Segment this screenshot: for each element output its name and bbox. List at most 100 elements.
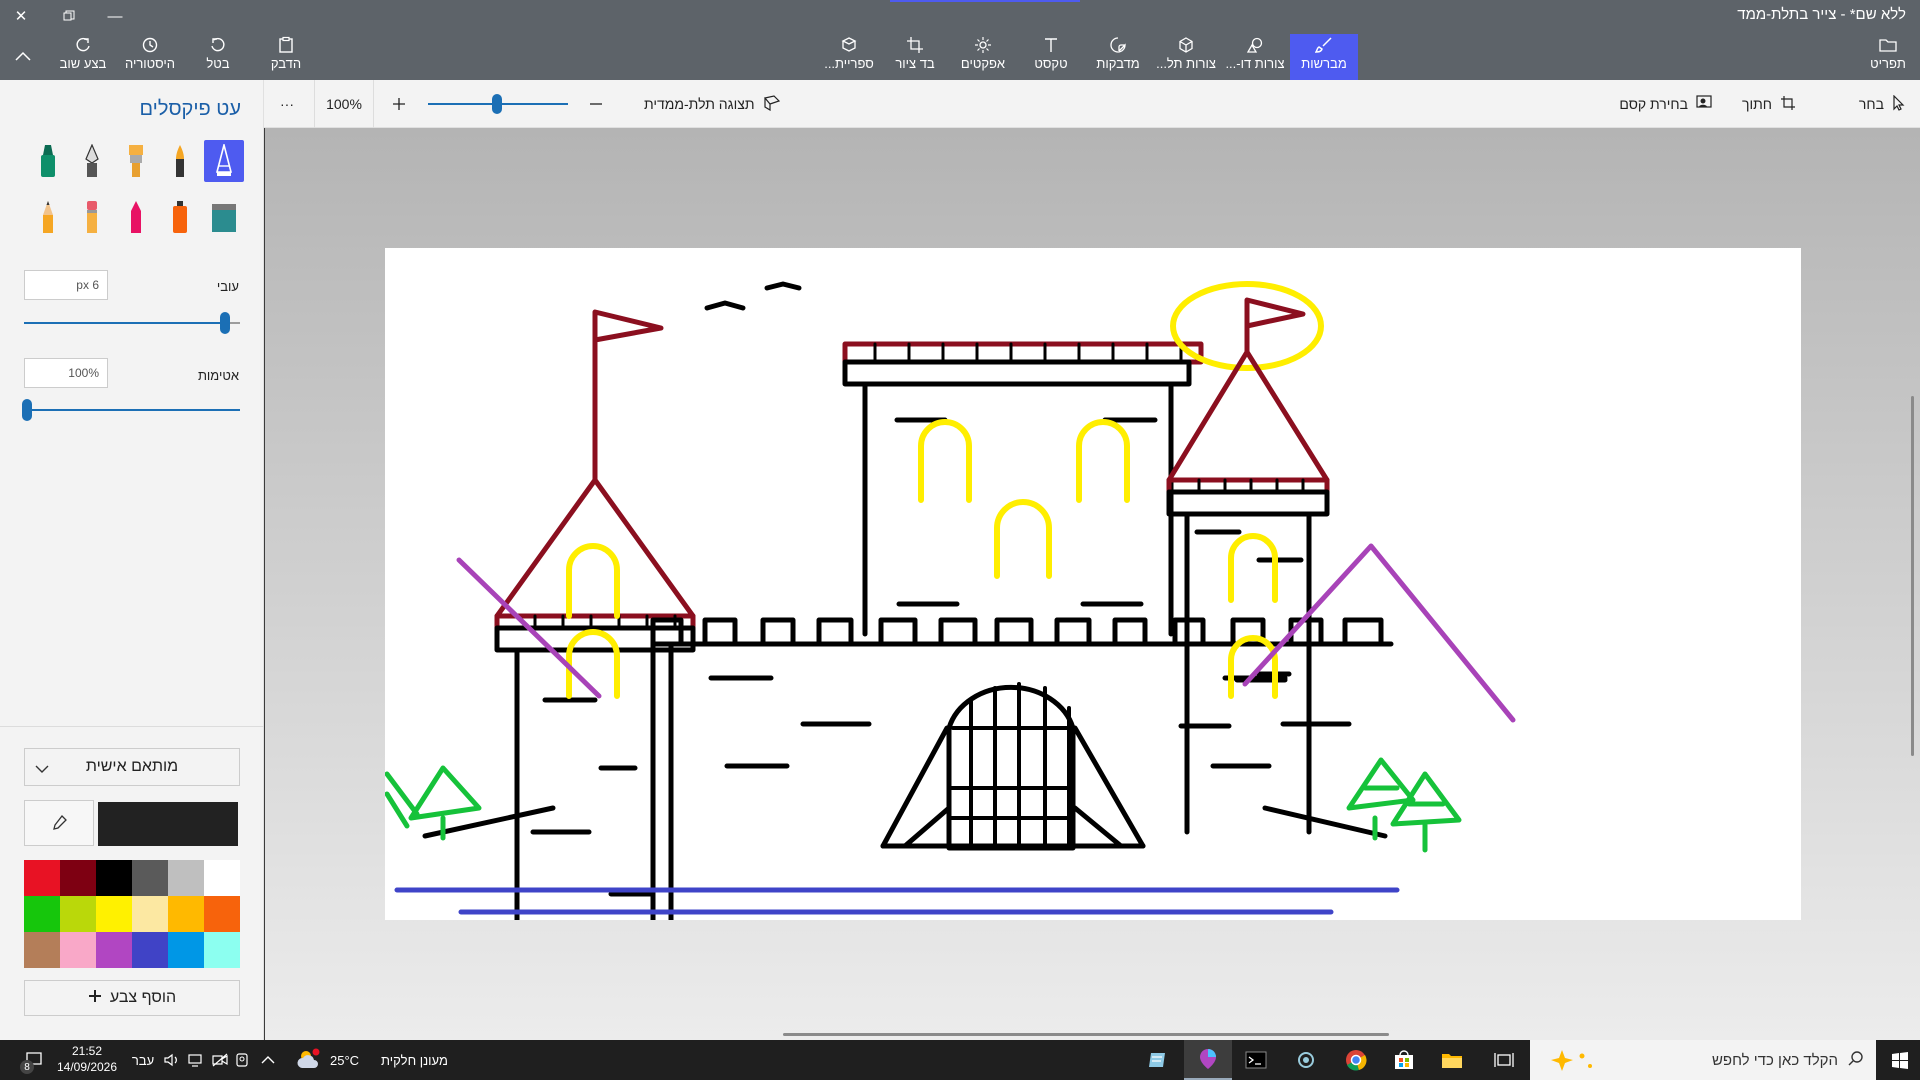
store-app-icon[interactable] bbox=[1384, 1040, 1424, 1080]
camera-icon[interactable] bbox=[232, 1040, 252, 1080]
current-color-swatch[interactable] bbox=[98, 802, 238, 846]
color-swatch[interactable] bbox=[60, 860, 96, 896]
ink-pen-brush[interactable] bbox=[72, 140, 112, 182]
collapse-ribbon-icon[interactable] bbox=[8, 44, 38, 68]
eraser-pencil-brush[interactable] bbox=[72, 196, 112, 238]
language-indicator[interactable]: עבר bbox=[128, 1040, 158, 1080]
tab-effects[interactable]: אפקטים bbox=[958, 34, 1008, 80]
thickness-slider-fill bbox=[24, 322, 227, 324]
marker-brush[interactable] bbox=[28, 140, 68, 182]
color-swatch[interactable] bbox=[132, 932, 168, 968]
clock[interactable]: 21:52 14/09/2026 bbox=[52, 1043, 122, 1075]
notepad-app-icon[interactable] bbox=[1140, 1040, 1176, 1080]
vertical-scrollbar[interactable] bbox=[1911, 396, 1914, 756]
castle-drawing bbox=[384, 281, 1516, 961]
paste-button[interactable]: הדבק bbox=[266, 34, 306, 80]
color-swatch[interactable] bbox=[96, 932, 132, 968]
paste-icon bbox=[277, 34, 295, 56]
color-swatch[interactable] bbox=[24, 932, 60, 968]
color-swatch[interactable] bbox=[96, 860, 132, 896]
tab-text[interactable]: טקסט bbox=[1026, 34, 1076, 80]
start-button[interactable] bbox=[1880, 1040, 1920, 1080]
horizontal-scrollbar[interactable] bbox=[783, 1033, 1389, 1036]
calligraphy-pen-brush[interactable] bbox=[160, 140, 200, 182]
color-swatch[interactable] bbox=[132, 896, 168, 932]
magic-select-tool[interactable]: בחירת קסם bbox=[1619, 80, 1714, 128]
tab-brushes[interactable]: מברשות bbox=[1290, 34, 1358, 80]
color-swatch[interactable] bbox=[168, 932, 204, 968]
terminal-app-icon[interactable] bbox=[1236, 1040, 1276, 1080]
search-box[interactable]: הקלד כאן כדי לחפש bbox=[1530, 1040, 1876, 1080]
right-tower bbox=[1166, 281, 1330, 835]
opacity-slider-thumb[interactable] bbox=[22, 399, 32, 421]
volume-icon[interactable] bbox=[160, 1040, 184, 1080]
eyedropper-button[interactable] bbox=[24, 800, 94, 846]
task-view-icon[interactable] bbox=[1484, 1040, 1524, 1080]
color-swatch[interactable] bbox=[132, 860, 168, 896]
show-hidden-icons[interactable] bbox=[256, 1040, 280, 1080]
color-swatch[interactable] bbox=[24, 860, 60, 896]
watercolor-brush[interactable] bbox=[204, 196, 244, 238]
color-swatch[interactable] bbox=[24, 896, 60, 932]
more-options-button[interactable]: ··· bbox=[280, 80, 294, 128]
chrome-app-icon[interactable] bbox=[1336, 1040, 1376, 1080]
history-button[interactable]: היסטוריה bbox=[118, 34, 182, 80]
tab-canvas[interactable]: בד ציור bbox=[890, 34, 940, 80]
color-swatch[interactable] bbox=[96, 896, 132, 932]
color-swatch[interactable] bbox=[168, 860, 204, 896]
tab-library[interactable]: ספריית... bbox=[820, 34, 878, 80]
oil-brush[interactable] bbox=[116, 140, 156, 182]
zoom-slider-thumb[interactable] bbox=[492, 94, 502, 114]
restore-icon[interactable] bbox=[54, 4, 84, 28]
paint-3d-app-icon[interactable] bbox=[1184, 1040, 1232, 1080]
zoom-out-button[interactable] bbox=[588, 80, 604, 128]
chevron-down-icon bbox=[35, 761, 49, 779]
color-swatch[interactable] bbox=[204, 860, 240, 896]
magic-select-icon bbox=[1696, 94, 1714, 114]
brushes-panel: עט פיקסלים עובי 6 px אטימות 100% מותאם א… bbox=[0, 80, 264, 1040]
tab-stickers[interactable]: מדבקות bbox=[1090, 34, 1146, 80]
thickness-input[interactable]: 6 px bbox=[24, 270, 108, 300]
notifications-icon[interactable]: 8 bbox=[14, 1040, 54, 1080]
crayon-brush[interactable] bbox=[116, 196, 156, 238]
center-keep bbox=[842, 341, 1204, 637]
search-icon bbox=[1848, 1050, 1864, 1070]
color-swatch[interactable] bbox=[60, 932, 96, 968]
redo-button[interactable]: בצע שוב bbox=[55, 34, 111, 80]
add-color-button[interactable]: הוסף צבע bbox=[24, 980, 240, 1016]
zoom-percentage[interactable]: 100% bbox=[314, 80, 374, 128]
select-tool[interactable]: בחר bbox=[1859, 80, 1906, 128]
undo-button[interactable]: בטל bbox=[198, 34, 238, 80]
spray-can-brush[interactable] bbox=[160, 196, 200, 238]
zoom-in-button[interactable] bbox=[391, 80, 407, 128]
minimize-icon[interactable]: — bbox=[100, 4, 130, 28]
crop-tool[interactable]: חתוך bbox=[1742, 80, 1796, 128]
tab-3d-shapes[interactable]: צורות תל... bbox=[1156, 34, 1216, 80]
pencil-brush[interactable] bbox=[28, 196, 68, 238]
tab-2d-shapes[interactable]: צורות דו-... bbox=[1224, 34, 1286, 80]
opacity-slider-track[interactable] bbox=[24, 409, 240, 411]
bird-right bbox=[764, 281, 802, 291]
network-icon[interactable] bbox=[184, 1040, 208, 1080]
color-swatch[interactable] bbox=[60, 896, 96, 932]
settings-app-icon[interactable] bbox=[1286, 1040, 1326, 1080]
color-mode-select[interactable]: מותאם אישית bbox=[24, 748, 240, 786]
2d-shapes-icon bbox=[1246, 34, 1264, 56]
close-icon[interactable]: ✕ bbox=[6, 4, 36, 28]
3d-view-toggle[interactable]: תצוגה תלת-ממדית bbox=[644, 80, 781, 128]
color-swatch[interactable] bbox=[204, 896, 240, 932]
meet-now-icon[interactable] bbox=[208, 1040, 232, 1080]
weather-widget[interactable]: 25°C מעונן חלקית bbox=[296, 1040, 486, 1080]
color-swatch[interactable] bbox=[204, 932, 240, 968]
color-swatch[interactable] bbox=[168, 896, 204, 932]
drawing-canvas[interactable] bbox=[384, 248, 1801, 961]
tool-options-bar: בחר חתוך בחירת קסם תצוגה תלת-ממדית 100% … bbox=[0, 80, 1920, 128]
file-explorer-icon[interactable] bbox=[1432, 1040, 1472, 1080]
color-palette bbox=[24, 860, 240, 968]
windows-icon bbox=[1892, 1052, 1908, 1069]
pixel-pen-brush[interactable] bbox=[204, 140, 244, 182]
menu-button[interactable]: תפריט bbox=[1866, 34, 1910, 80]
eyedropper-icon bbox=[53, 815, 67, 830]
thickness-slider-thumb[interactable] bbox=[220, 312, 230, 334]
opacity-input[interactable]: 100% bbox=[24, 358, 108, 388]
